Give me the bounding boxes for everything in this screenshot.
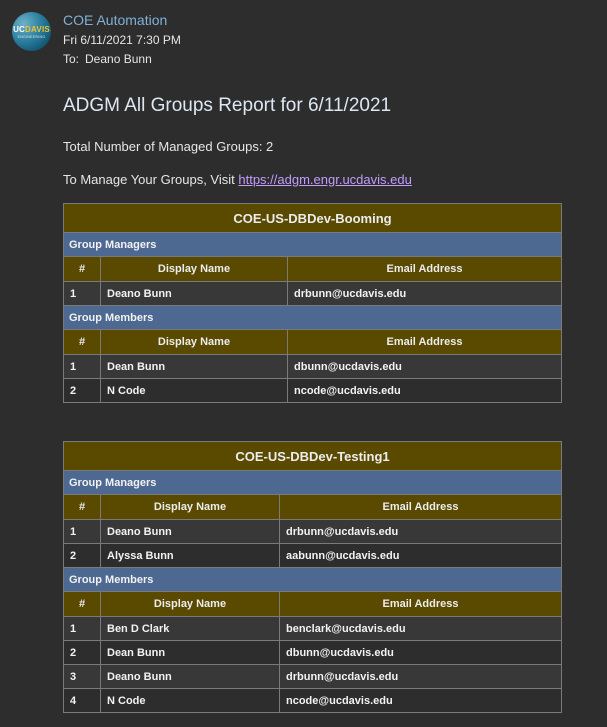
avatar-uc: UC — [13, 25, 26, 34]
table-row: 1 Deano Bunn drbunn@ucdavis.edu — [63, 519, 562, 544]
sender-avatar[interactable]: UCDAVIS ENGINEERING — [12, 12, 51, 51]
row-num: 1 — [63, 354, 101, 379]
group-table-booming: COE-US-DBDev-Booming Group Managers # Di… — [63, 203, 562, 403]
row-email[interactable]: benclark@ucdavis.edu — [279, 616, 562, 641]
col-num-header: # — [63, 256, 101, 282]
row-name: Deano Bunn — [100, 281, 288, 306]
table-row: 3 Deano Bunn drbunn@ucdavis.edu — [63, 664, 562, 689]
table-row: 2 N Code ncode@ucdavis.edu — [63, 378, 562, 403]
row-name: N Code — [100, 378, 288, 403]
row-email[interactable]: dbunn@ucdavis.edu — [287, 354, 562, 379]
manage-line: To Manage Your Groups, Visit https://adg… — [63, 172, 563, 187]
sent-date: Fri 6/11/2021 7:30 PM — [63, 33, 181, 47]
group-title: COE-US-DBDev-Booming — [63, 203, 562, 233]
sender-name[interactable]: COE Automation — [63, 12, 167, 28]
row-email[interactable]: dbunn@ucdavis.edu — [279, 640, 562, 665]
row-num: 1 — [63, 281, 101, 306]
row-num: 1 — [63, 616, 101, 641]
row-email[interactable]: ncode@ucdavis.edu — [287, 378, 562, 403]
avatar-davis: DAVIS — [25, 25, 50, 34]
recipient-name[interactable]: Deano Bunn — [85, 52, 152, 66]
avatar-engineering: ENGINEERING — [17, 35, 46, 39]
col-email-header: Email Address — [287, 329, 562, 355]
col-num-header: # — [63, 591, 101, 617]
row-num: 2 — [63, 640, 101, 665]
table-row: 4 N Code ncode@ucdavis.edu — [63, 688, 562, 713]
email-header: UCDAVIS ENGINEERING COE Automation Fri 6… — [12, 12, 602, 72]
to-label: To: — [63, 52, 80, 66]
table-row: 2 Alyssa Bunn aabunn@ucdavis.edu — [63, 543, 562, 568]
row-email[interactable]: drbunn@ucdavis.edu — [279, 664, 562, 689]
row-num: 4 — [63, 688, 101, 713]
row-name: Deano Bunn — [100, 519, 280, 544]
managers-heading: Group Managers — [63, 232, 562, 257]
col-num-header: # — [63, 494, 101, 520]
total-groups: Total Number of Managed Groups: 2 — [63, 139, 274, 154]
group-table-testing1: COE-US-DBDev-Testing1 Group Managers # D… — [63, 441, 562, 713]
recipient-line: To: Deano Bunn — [63, 52, 152, 66]
row-name: Deano Bunn — [100, 664, 280, 689]
col-name-header: Display Name — [100, 591, 280, 617]
row-email[interactable]: drbunn@ucdavis.edu — [287, 281, 562, 306]
row-num: 2 — [63, 378, 101, 403]
col-name-header: Display Name — [100, 494, 280, 520]
row-num: 3 — [63, 664, 101, 689]
table-row: 1 Deano Bunn drbunn@ucdavis.edu — [63, 281, 562, 306]
col-email-header: Email Address — [279, 494, 562, 520]
col-email-header: Email Address — [279, 591, 562, 617]
row-num: 2 — [63, 543, 101, 568]
row-num: 1 — [63, 519, 101, 544]
row-name: Ben D Clark — [100, 616, 280, 641]
row-name: Alyssa Bunn — [100, 543, 280, 568]
col-name-header: Display Name — [100, 256, 288, 282]
report-intro: ADGM All Groups Report for 6/11/2021 Tot… — [63, 95, 563, 187]
row-email[interactable]: aabunn@ucdavis.edu — [279, 543, 562, 568]
row-email[interactable]: drbunn@ucdavis.edu — [279, 519, 562, 544]
col-num-header: # — [63, 329, 101, 355]
members-heading: Group Members — [63, 305, 562, 330]
group-title: COE-US-DBDev-Testing1 — [63, 441, 562, 471]
manage-link[interactable]: https://adgm.engr.ucdavis.edu — [238, 172, 411, 187]
manage-prefix: To Manage Your Groups, Visit — [63, 172, 239, 187]
row-name: Dean Bunn — [100, 354, 288, 379]
table-row: 1 Ben D Clark benclark@ucdavis.edu — [63, 616, 562, 641]
row-name: Dean Bunn — [100, 640, 280, 665]
table-row: 2 Dean Bunn dbunn@ucdavis.edu — [63, 640, 562, 665]
col-email-header: Email Address — [287, 256, 562, 282]
managers-heading: Group Managers — [63, 470, 562, 495]
members-heading: Group Members — [63, 567, 562, 592]
table-row: 1 Dean Bunn dbunn@ucdavis.edu — [63, 354, 562, 379]
row-name: N Code — [100, 688, 280, 713]
col-name-header: Display Name — [100, 329, 288, 355]
report-title: ADGM All Groups Report for 6/11/2021 — [63, 95, 392, 116]
row-email[interactable]: ncode@ucdavis.edu — [279, 688, 562, 713]
